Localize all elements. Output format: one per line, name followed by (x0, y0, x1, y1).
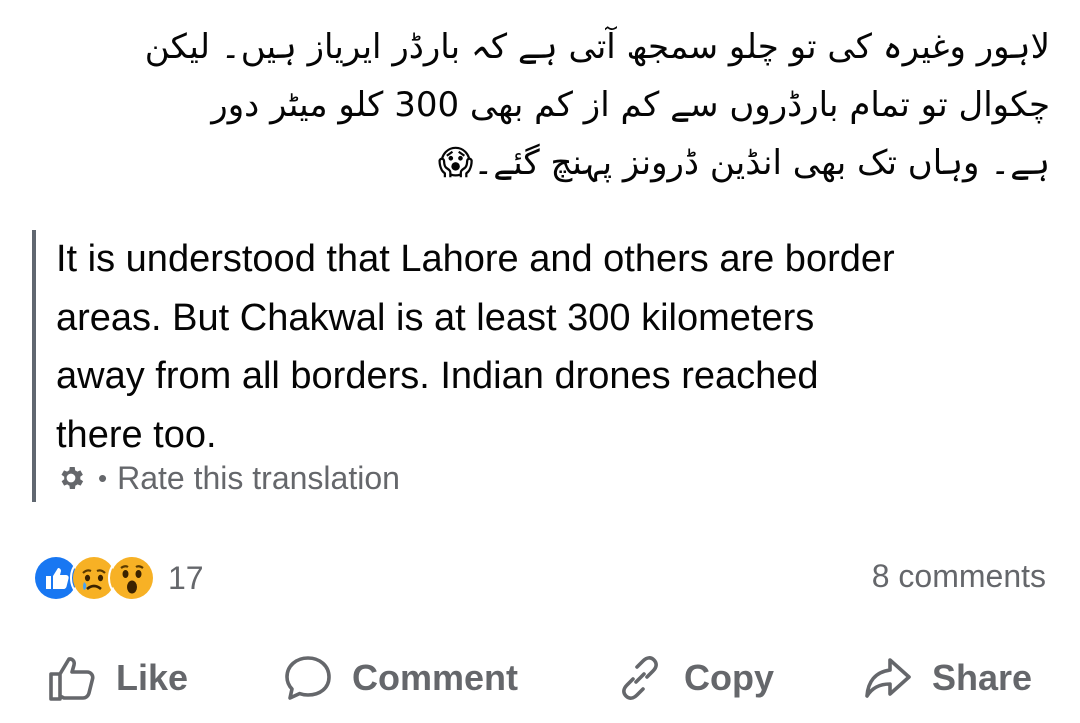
translation-text: It is understood that Lahore and others … (56, 230, 1046, 464)
separator-dot: • (98, 462, 108, 493)
post-text-line: ہے۔ وہاں تک بھی انڈین ڈرونز پہنچ گئے۔😱 (437, 143, 1050, 183)
wow-reaction-icon (108, 554, 156, 602)
comment-label: Comment (352, 657, 519, 698)
gear-icon[interactable] (56, 463, 86, 493)
rate-translation-row: • Rate this translation (56, 458, 400, 498)
post-original-text: لاہور وغیرہ کی تو چلو سمجھ آتی ہے کہ بار… (30, 18, 1050, 192)
comment-button[interactable]: Comment (282, 640, 518, 716)
post-action-bar: Like Comment Copy Share (0, 640, 1080, 716)
rate-translation-link[interactable]: Rate this translation (117, 460, 400, 497)
translation-line: It is understood that Lahore and others … (56, 238, 895, 280)
reactions-summary[interactable]: 17 (32, 553, 204, 603)
share-label: Share (932, 657, 1033, 698)
thumbs-up-icon (49, 657, 95, 701)
like-label: Like (116, 657, 189, 698)
comment-bubble-icon (285, 656, 331, 700)
translation-line: away from all borders. Indian drones rea… (56, 355, 819, 397)
reaction-count: 17 (168, 559, 204, 596)
comments-count-link[interactable]: 8 comments (872, 558, 1046, 595)
translation-line: areas. But Chakwal is at least 300 kilom… (56, 296, 815, 339)
post-text-line: چکوال تو تمام بارڈروں سے کم از کم بھی 30… (211, 85, 1050, 125)
translation-block: It is understood that Lahore and others … (32, 230, 1046, 502)
translation-line: there too. (56, 413, 217, 456)
copy-button[interactable]: Copy (614, 640, 774, 716)
copy-label: Copy (684, 657, 774, 698)
post-text-line: لاہور وغیرہ کی تو چلو سمجھ آتی ہے کہ بار… (144, 27, 1050, 67)
share-button[interactable]: Share (862, 640, 1032, 716)
like-button[interactable]: Like (46, 640, 188, 716)
share-arrow-icon (865, 658, 911, 698)
link-icon (622, 656, 658, 700)
